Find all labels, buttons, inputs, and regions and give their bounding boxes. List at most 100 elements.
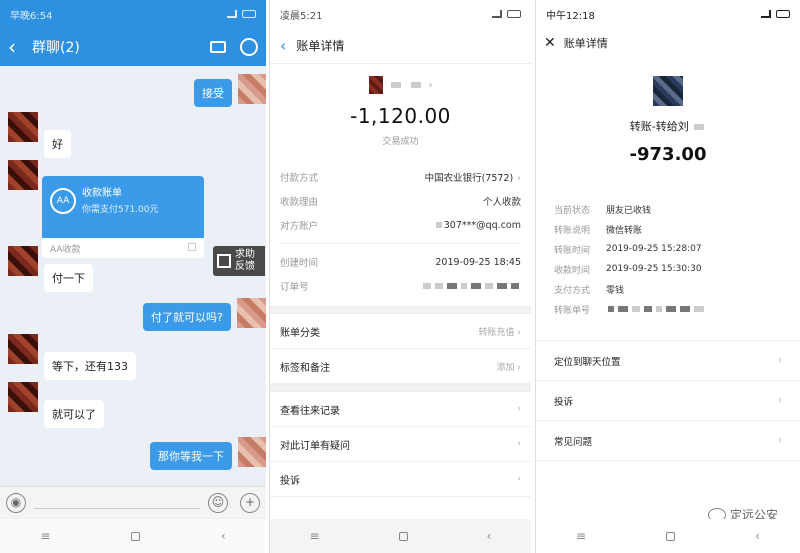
card-title: 收款账单 <box>82 188 122 199</box>
avatar[interactable] <box>8 160 38 190</box>
menu-locate-chat[interactable]: 定位到聊天位置 › <box>536 341 800 381</box>
voice-icon[interactable]: ◉ <box>6 492 26 513</box>
page-title: 账单详情 <box>296 39 345 53</box>
card-subtitle: 你需支付571.00元 <box>82 205 159 215</box>
detail-row: 收款时间 2019-09-25 15:30:30 <box>554 264 702 276</box>
detail-row: 创建时间 2019-09-25 18:45 <box>280 256 521 270</box>
avatar[interactable] <box>236 298 266 328</box>
summary: › -1,120.00 交易成功 <box>270 76 531 147</box>
message-bubble[interactable]: 付了就可以吗? <box>143 303 231 331</box>
avatar[interactable] <box>8 112 38 142</box>
edit-icon <box>217 254 231 268</box>
header: ‹ 账单详情 <box>270 28 531 64</box>
signal-icon <box>492 10 502 18</box>
detail-row: 转账说明 微信转账 <box>554 225 643 236</box>
avatar[interactable] <box>368 76 383 94</box>
menu-category[interactable]: 账单分类 转账充值 › <box>270 314 531 349</box>
battery-icon <box>242 10 256 18</box>
message-incoming <box>8 160 38 190</box>
message-bubble[interactable]: 等下，还有133 <box>44 352 136 380</box>
back-nav-icon[interactable]: ‹ <box>487 529 492 543</box>
blurred-transaction-id <box>606 304 706 314</box>
blurred-name <box>694 124 705 130</box>
square-icon <box>188 243 196 251</box>
avatar[interactable] <box>8 246 38 276</box>
page-title: 账单详情 <box>563 37 608 50</box>
close-icon[interactable]: ✕ <box>544 35 556 51</box>
transaction-id-row: 转账单号 <box>536 299 800 319</box>
detail-row: 对方账户 307***@qq.com <box>280 219 521 233</box>
chevron-right-icon: › <box>778 355 782 366</box>
signal-icon <box>227 10 237 18</box>
menu-tags-notes[interactable]: 标签和备注 添加 › <box>270 349 531 384</box>
message-bubble[interactable]: 好 <box>44 130 71 158</box>
chat-input-bar: ◉ ☺ + <box>0 486 266 518</box>
amount: -1,120.00 <box>350 104 451 128</box>
help-feedback-button[interactable]: 求助 反馈 <box>213 246 265 276</box>
payment-card[interactable]: AA 收款账单 你需支付571.00元 <box>42 176 204 238</box>
menu-faq[interactable]: 常见问题 › <box>536 421 800 461</box>
menu-icon[interactable]: ≡ <box>576 529 586 543</box>
back-nav-icon[interactable]: ‹ <box>755 529 760 543</box>
system-nav-bar: ≡ ‹ <box>536 519 800 553</box>
system-nav-bar: ≡ ‹ <box>270 519 531 553</box>
speaker-icon[interactable] <box>210 41 226 53</box>
status-bar: 早晚6:54 <box>0 0 266 28</box>
back-nav-icon[interactable]: ‹ <box>221 529 226 543</box>
plus-icon[interactable]: + <box>240 492 260 513</box>
chevron-right-icon: › <box>517 362 521 373</box>
avatar[interactable] <box>8 382 38 412</box>
avatar[interactable] <box>8 334 38 364</box>
back-icon[interactable]: ‹ <box>280 36 286 55</box>
menu-icon[interactable]: ≡ <box>40 529 50 543</box>
menu-complaint[interactable]: 投诉 › <box>270 462 531 497</box>
back-icon[interactable]: ‹ <box>8 35 28 59</box>
detail-row: 支付方式 零钱 <box>554 285 625 296</box>
home-icon[interactable] <box>398 531 408 541</box>
message-bubble[interactable]: 接受 <box>194 79 232 107</box>
blurred-order-number <box>421 281 521 292</box>
amount: -973.00 <box>629 144 707 165</box>
signal-icon <box>761 10 771 18</box>
message-incoming: 付一下 <box>8 246 93 292</box>
avatar[interactable] <box>238 74 266 104</box>
chevron-right-icon: › <box>517 173 521 184</box>
detail-row: 收款理由 个人收款 <box>280 197 521 208</box>
feedback-label: 反馈 <box>235 261 255 272</box>
chevron-right-icon: › <box>517 404 521 414</box>
message-incoming: 就可以了 <box>8 382 104 428</box>
avatar[interactable] <box>238 437 266 467</box>
screenshot-collage: 早晚6:54 ‹ 群聊(2) 接受 好 AA 收款账单 你需支付571.00元 … <box>0 0 800 553</box>
status-bar: 凌晨5:21 <box>270 0 531 28</box>
menu-history[interactable]: 查看往来记录 › <box>270 392 531 427</box>
chat-title: 群聊(2) <box>32 40 80 56</box>
menu-complaint[interactable]: 投诉 › <box>536 381 800 421</box>
menu-icon[interactable]: ≡ <box>310 529 320 543</box>
message-outgoing: 那你等我一下 <box>150 437 266 470</box>
message-incoming: 好 <box>8 112 71 158</box>
chevron-right-icon: › <box>778 395 782 406</box>
chevron-right-icon: › <box>778 435 782 446</box>
message-bubble[interactable]: 付一下 <box>44 264 93 292</box>
person-icon[interactable] <box>240 38 258 56</box>
transfer-heading: 转账-转给刘 <box>629 120 689 133</box>
order-number-row: 订单号 <box>270 274 531 298</box>
message-bubble[interactable]: 就可以了 <box>44 400 104 428</box>
blurred-name <box>390 82 401 88</box>
header: ✕ 账单详情 <box>536 28 800 58</box>
chat-header: ‹ 群聊(2) <box>0 28 266 66</box>
message-input[interactable] <box>34 508 200 509</box>
avatar[interactable] <box>653 76 683 106</box>
menu-question[interactable]: 对此订单有疑问 › <box>270 427 531 462</box>
home-icon[interactable] <box>666 531 676 541</box>
emoji-icon[interactable]: ☺ <box>208 492 228 513</box>
chevron-right-icon: › <box>517 439 521 449</box>
home-icon[interactable] <box>131 531 141 541</box>
message-bubble[interactable]: 那你等我一下 <box>150 442 232 470</box>
bill-details-screen: 凌晨5:21 ‹ 账单详情 › -1,120.00 交易成功 付款方式 中国农业… <box>269 0 531 553</box>
status-bar: 中午12:18 <box>536 0 800 28</box>
status-time: 中午12:18 <box>546 10 595 22</box>
chevron-right-icon: › <box>517 474 521 484</box>
detail-row[interactable]: 付款方式 中国农业银行(7572) › <box>270 165 531 189</box>
detail-row: 当前状态 朋友已收钱 <box>554 205 652 216</box>
